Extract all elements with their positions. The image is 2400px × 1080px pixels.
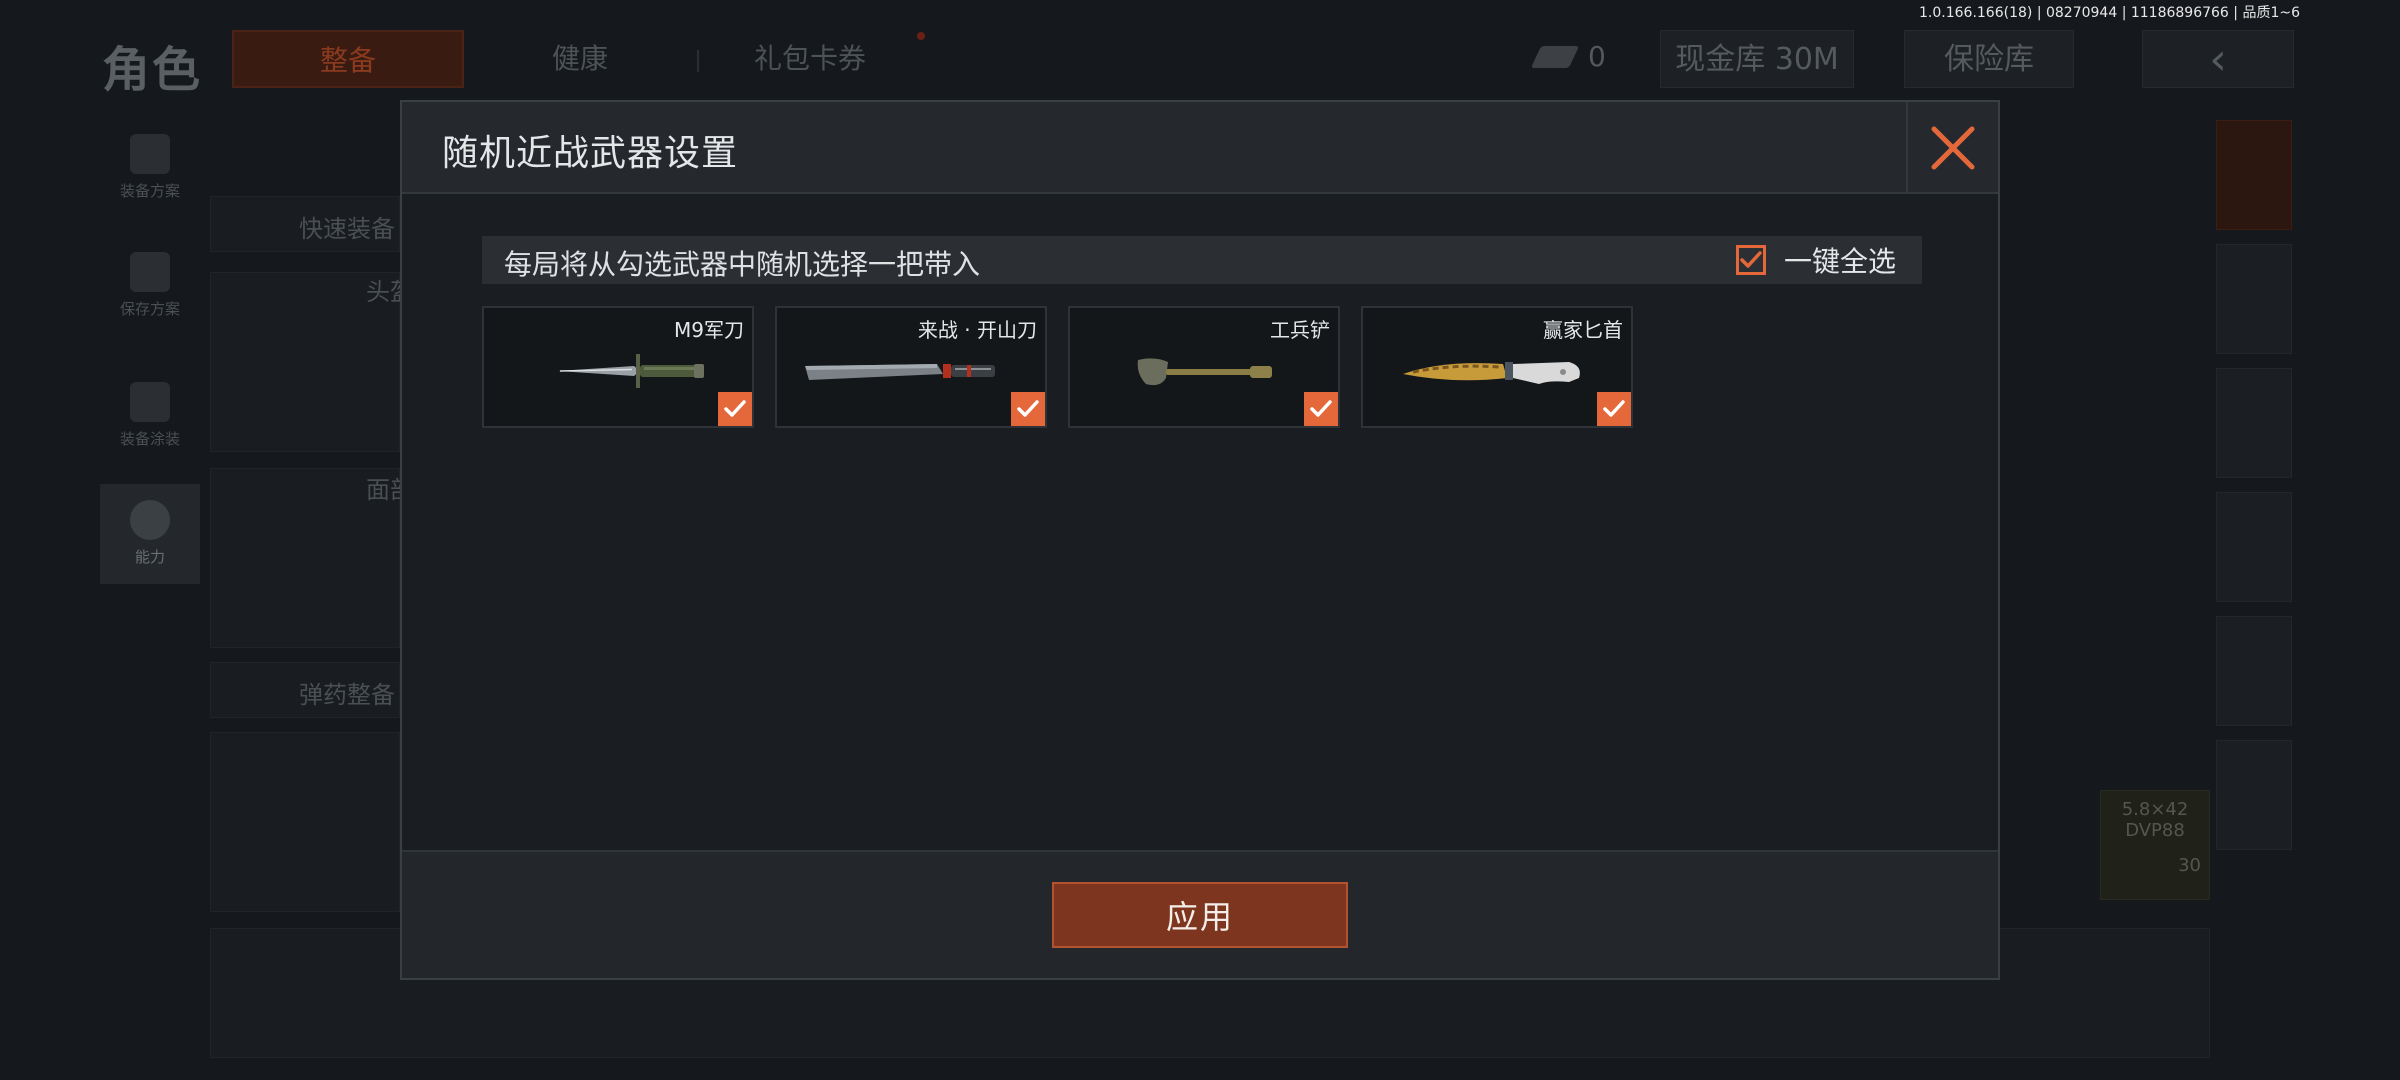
apply-button[interactable]: 应用	[1052, 882, 1348, 948]
bg-tab-equip: 整备	[232, 30, 464, 88]
bg-right-slot	[2216, 120, 2292, 230]
bg-quick-equip: 快速装备	[210, 196, 400, 252]
weapon-checkbox[interactable]	[1597, 392, 1631, 426]
bg-right-slot	[2216, 492, 2292, 602]
vest-icon	[130, 134, 170, 174]
select-all-label: 一键全选	[1783, 245, 1896, 278]
weapon-card-dagger[interactable]: 赢家匕首	[1361, 306, 1633, 428]
bg-nav-skin: 装备涂装	[100, 366, 200, 466]
machete-icon	[805, 364, 995, 380]
dialog-header: 随机近战武器设置	[402, 102, 1998, 194]
helmet-icon	[130, 382, 170, 422]
shovel-icon	[1137, 358, 1272, 386]
weapon-card-machete[interactable]: 来战 · 开山刀	[775, 306, 1047, 428]
bg-page-title: 角色	[102, 42, 203, 98]
checkmark-icon	[1017, 400, 1039, 417]
bg-cash-button: 现金库 30M	[1660, 30, 1854, 88]
bg-notification-dot	[917, 32, 925, 40]
checkmark-icon	[1740, 251, 1762, 268]
dialog-title: 随机近战武器设置	[442, 133, 739, 174]
info-bar: 每局将从勾选武器中随机选择一把带入 一键全选	[482, 236, 1922, 284]
weapon-checkbox[interactable]	[1011, 392, 1045, 426]
random-melee-weapon-dialog: 随机近战武器设置 每局将从勾选武器中随机选择一把带入 一键全选 M9军刀 来战 …	[400, 100, 2000, 980]
checkmark-icon	[724, 400, 746, 417]
weapon-list: M9军刀 来战 · 开山刀 工兵铲 赢家匕首	[482, 306, 1922, 428]
info-text: 每局将从勾选武器中随机选择一把带入	[504, 248, 981, 281]
weapon-name: 赢家匕首	[1543, 318, 1623, 342]
checkbox-icon	[1735, 245, 1766, 275]
currency-bar-icon	[1530, 45, 1580, 68]
dagger-icon	[1403, 362, 1580, 384]
bg-tab-health: 健康	[551, 42, 608, 75]
bg-right-slot	[2216, 740, 2292, 850]
bg-ammo-slot	[210, 732, 400, 912]
bg-tab-gifts: 礼包卡券	[753, 42, 866, 75]
weapon-name: M9军刀	[674, 318, 744, 342]
chevron-left-icon: ‹	[2142, 30, 2294, 88]
checkmark-icon	[1603, 400, 1625, 417]
bg-tab-separator	[697, 50, 699, 72]
lightning-icon	[130, 500, 170, 540]
weapon-checkbox[interactable]	[718, 392, 752, 426]
bg-safe-button: 保险库	[1904, 30, 2074, 88]
weapon-name: 来战 · 开山刀	[917, 318, 1037, 342]
weapon-checkbox[interactable]	[1304, 392, 1338, 426]
bg-currency-count: 0	[1588, 40, 1606, 73]
weapon-card-m9[interactable]: M9军刀	[482, 306, 754, 428]
dialog-footer: 应用	[402, 850, 1998, 978]
bg-ammo-equip: 弹药整备	[210, 662, 400, 718]
bayonet-icon	[558, 354, 704, 388]
checkmark-icon	[1310, 400, 1332, 417]
bg-right-slot	[2216, 616, 2292, 726]
bg-right-slot	[2216, 244, 2292, 354]
select-all-checkbox[interactable]: 一键全选	[1735, 242, 1896, 278]
bg-left-nav: 装备方案 保存方案 装备涂装 能力	[100, 118, 200, 602]
weapon-card-shovel[interactable]: 工兵铲	[1068, 306, 1340, 428]
close-icon	[1931, 126, 1975, 170]
bg-currency: 0	[1530, 40, 1606, 73]
download-icon	[130, 252, 170, 292]
bg-right-column	[2216, 120, 2292, 864]
version-info: 1.0.166.166(18) | 08270944 | 11186896766…	[1919, 5, 2300, 21]
close-button[interactable]	[1906, 102, 1998, 194]
bg-nav-save: 保存方案	[100, 236, 200, 336]
bg-ammo-item: 5.8×42 DVP88 30	[2100, 790, 2210, 900]
bg-nav-ability: 能力	[100, 484, 200, 584]
bg-nav-loadout: 装备方案	[100, 118, 200, 218]
bg-right-slot	[2216, 368, 2292, 478]
weapon-name: 工兵铲	[1270, 318, 1330, 342]
